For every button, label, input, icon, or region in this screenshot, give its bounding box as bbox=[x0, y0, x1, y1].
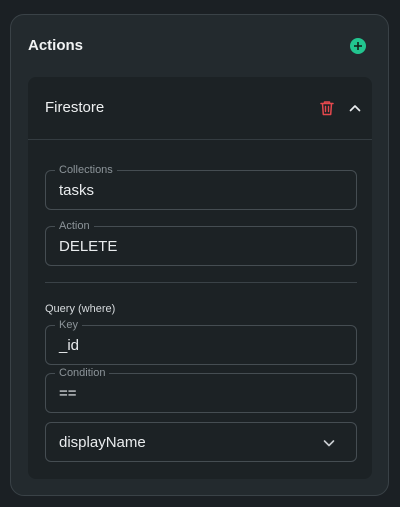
key-field[interactable]: Key _id bbox=[45, 318, 357, 365]
action-card-firestore: Firestore Collections tasks Action DELET… bbox=[28, 77, 372, 479]
chevron-down-icon bbox=[323, 440, 335, 447]
query-section-label: Query (where) bbox=[45, 303, 116, 315]
trash-icon bbox=[320, 101, 334, 116]
collections-value: tasks bbox=[59, 182, 95, 199]
delete-action-button[interactable] bbox=[318, 99, 336, 117]
plus-circle-icon bbox=[354, 42, 362, 50]
condition-value: == bbox=[59, 385, 77, 402]
section-divider bbox=[45, 282, 357, 283]
add-action-button[interactable] bbox=[350, 38, 366, 54]
collections-field[interactable]: Collections tasks bbox=[45, 163, 357, 210]
chevron-up-icon bbox=[349, 105, 361, 112]
action-value: DELETE bbox=[59, 238, 118, 255]
panel-title: Actions bbox=[28, 37, 84, 54]
field-name-select-value: displayName bbox=[59, 434, 146, 451]
collapse-action-button[interactable] bbox=[348, 101, 362, 115]
key-value: _id bbox=[59, 337, 80, 354]
action-card-header[interactable]: Firestore bbox=[28, 77, 372, 140]
collections-label: Collections bbox=[55, 163, 117, 177]
action-field[interactable]: Action DELETE bbox=[45, 219, 357, 266]
key-label: Key bbox=[55, 318, 82, 332]
action-label: Action bbox=[55, 219, 94, 233]
action-card-title: Firestore bbox=[45, 99, 105, 116]
field-name-select[interactable]: displayName bbox=[45, 422, 357, 462]
condition-label: Condition bbox=[55, 366, 110, 380]
condition-field[interactable]: Condition == bbox=[45, 366, 357, 413]
actions-panel: Actions Firestore Collections tasks Acti… bbox=[10, 14, 389, 496]
